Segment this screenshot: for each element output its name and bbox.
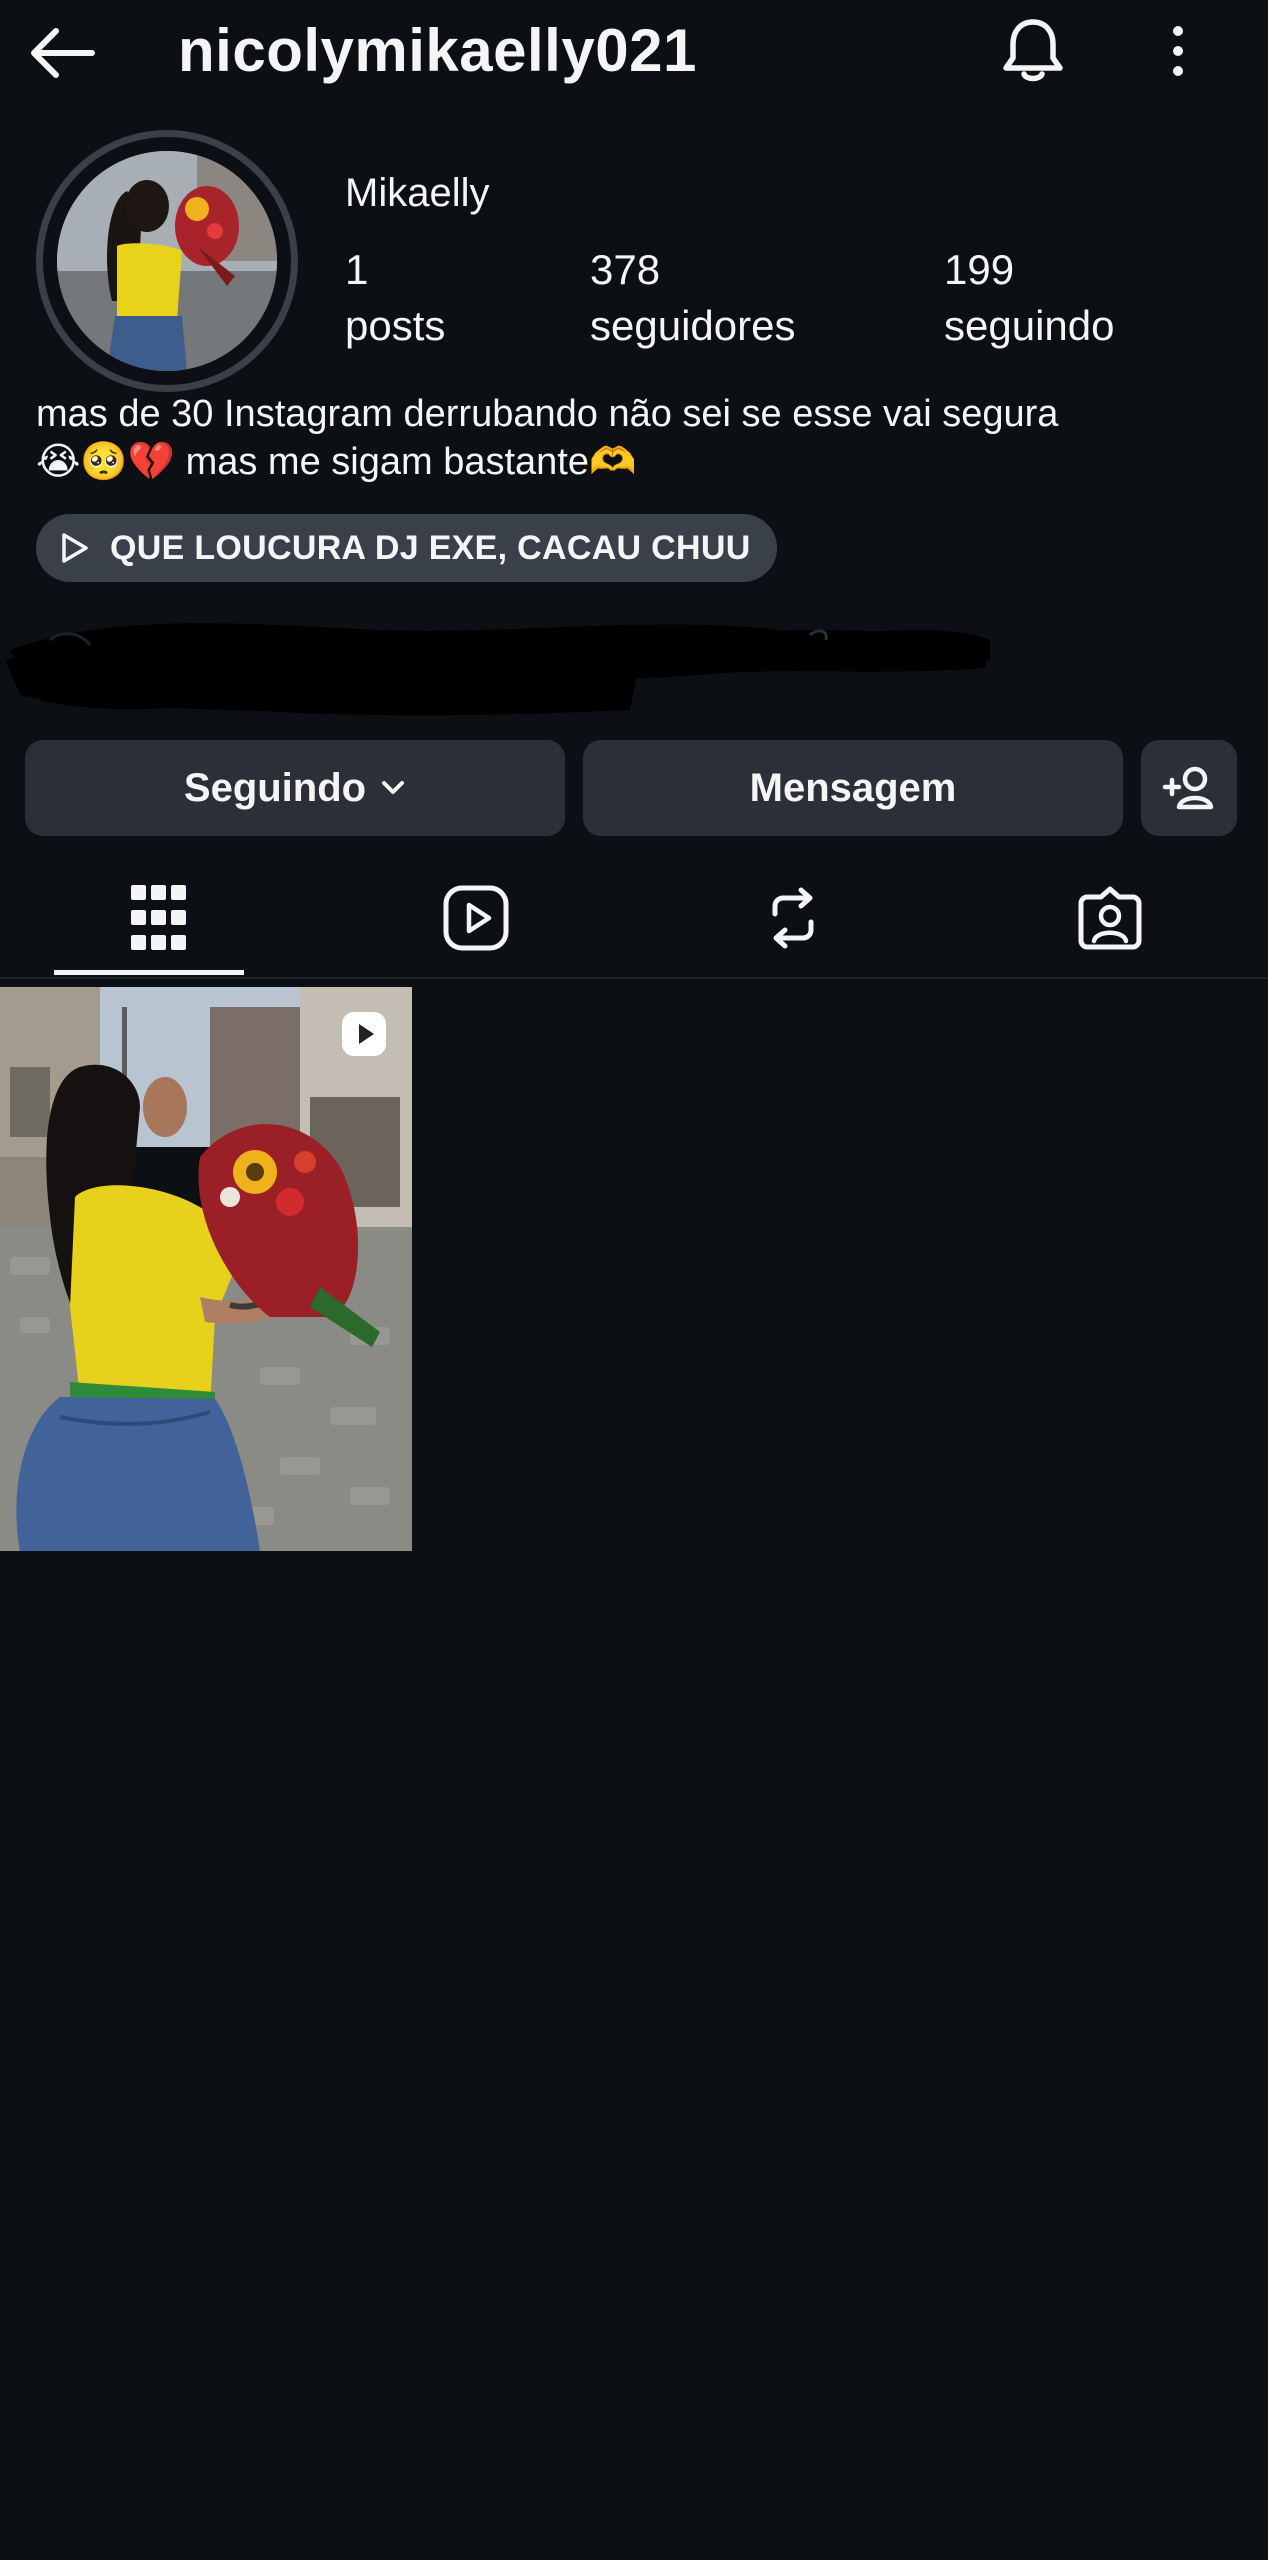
following-count-value: 199	[944, 246, 1015, 293]
followers-count-value: 378	[590, 246, 661, 293]
profile-header: nicolymikaelly021	[0, 0, 1268, 110]
play-outline-icon	[62, 533, 88, 563]
following-count[interactable]: 199 seguindo	[944, 242, 1114, 354]
message-button-label: Mensagem	[749, 765, 957, 810]
suggested-users-button[interactable]	[1141, 740, 1237, 836]
active-tab-indicator	[54, 970, 244, 975]
posts-count[interactable]: 1 posts	[345, 242, 445, 354]
profile-tabs	[0, 860, 1268, 980]
more-options-button[interactable]	[1140, 8, 1216, 94]
followers-count[interactable]: 378 seguidores	[590, 242, 795, 354]
chevron-down-icon	[382, 781, 405, 794]
reels-icon	[443, 885, 508, 951]
more-vertical-icon	[1173, 26, 1183, 76]
redacted-scribble	[0, 600, 1000, 720]
post-image	[0, 987, 412, 1551]
back-button[interactable]	[18, 10, 104, 96]
bio-line: 😭🥺💔 mas me sigam bastante🫶	[36, 441, 637, 483]
posts-count-label: posts	[345, 302, 446, 349]
tab-posts[interactable]	[0, 860, 317, 976]
tab-reels[interactable]	[317, 860, 634, 976]
tagged-icon	[1078, 886, 1141, 950]
profile-bio: mas de 30 Instagram derrubando não sei s…	[36, 390, 1236, 486]
bio-line: mas de 30 Instagram derrubando não sei s…	[36, 393, 1059, 435]
profile-music-button[interactable]: QUE LOUCURA DJ EXE, CACAU CHUU	[36, 514, 777, 582]
bell-icon	[1003, 19, 1063, 82]
tab-reposts[interactable]	[634, 860, 951, 976]
profile-username: nicolymikaelly021	[178, 17, 697, 84]
display-name: Mikaelly	[345, 171, 490, 215]
following-button-label: Seguindo	[183, 765, 367, 810]
grid-icon	[130, 885, 186, 950]
followers-count-label: seguidores	[590, 302, 796, 349]
posts-count-value: 1	[345, 246, 369, 293]
notifications-button[interactable]	[990, 8, 1076, 94]
message-button[interactable]: Mensagem	[583, 740, 1123, 836]
tabs-divider	[0, 977, 1268, 979]
avatar-image	[57, 151, 277, 371]
following-count-label: seguindo	[944, 302, 1115, 349]
reel-icon	[342, 1012, 386, 1056]
arrow-left-icon	[31, 28, 95, 78]
post-thumbnail[interactable]	[0, 987, 412, 1551]
music-label: QUE LOUCURA DJ EXE, CACAU CHUU	[110, 528, 751, 567]
add-user-icon	[1162, 766, 1214, 810]
tab-tagged[interactable]	[951, 860, 1268, 976]
following-button[interactable]: Seguindo	[25, 740, 565, 836]
reel-badge	[340, 1010, 388, 1058]
profile-avatar[interactable]	[36, 130, 298, 392]
reposts-icon	[772, 887, 813, 949]
